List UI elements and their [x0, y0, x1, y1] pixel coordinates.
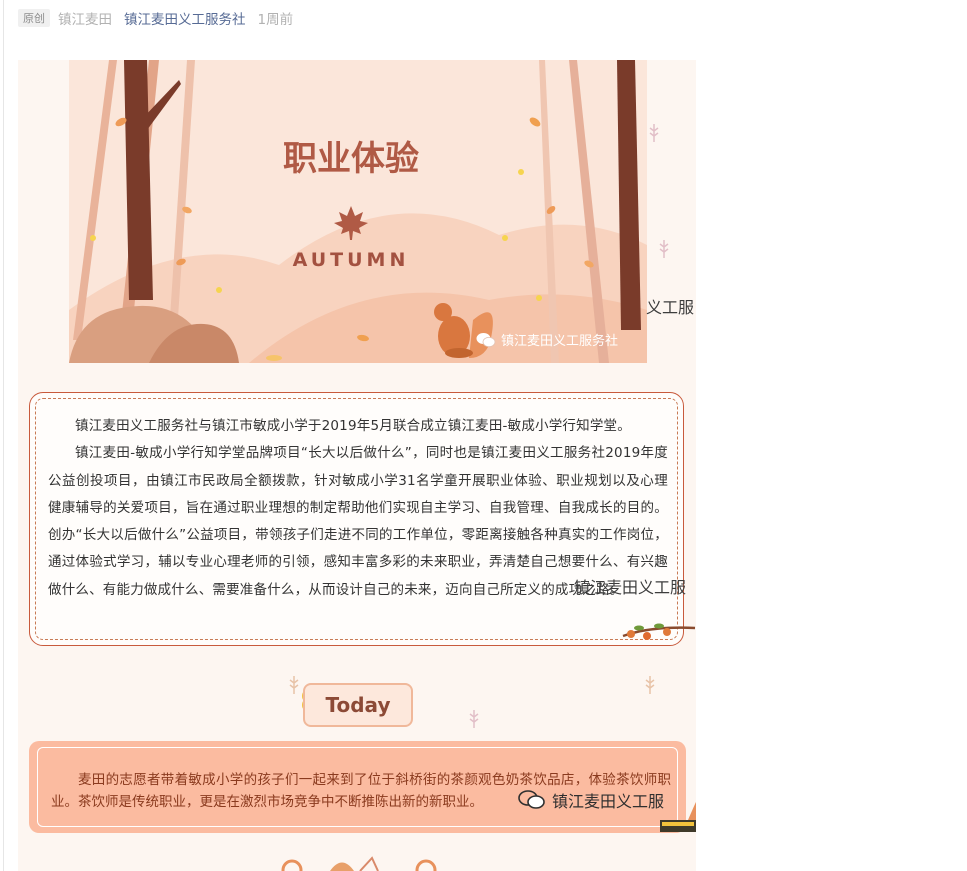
banner-title: 职业体验	[283, 139, 419, 178]
page-left-border	[3, 0, 4, 871]
article-meta: 原创 镇江麦田 镇江麦田义工服务社 1周前	[18, 8, 305, 28]
bottom-decoration	[281, 856, 437, 871]
original-badge: 原创	[18, 9, 50, 27]
banner-watermark: 镇江麦田义工服务社	[476, 330, 618, 349]
banner-season: AUTUMN	[293, 249, 410, 271]
wechat-icon	[518, 790, 545, 809]
lavender-decoration	[649, 124, 659, 142]
banner-image: 职业体验 AUTUMN	[69, 60, 647, 363]
publish-time: 1周前	[257, 12, 294, 28]
footer-watermark: 镇江麦田义工服	[518, 788, 664, 812]
banner-watermark-text: 镇江麦田义工服务社	[501, 334, 619, 349]
lavender-decoration	[659, 240, 669, 258]
lavender-decoration	[645, 676, 655, 694]
wechat-icon	[476, 332, 496, 347]
article-body: 职业体验 AUTUMN 镇江麦田义工服务社 义工服 镇江麦田义工服务社与镇江市敏…	[18, 60, 696, 871]
intro-paragraph-1: 镇江麦田义工服务社与镇江市敏成小学于2019年5月联合成立镇江麦田-敏成小学行知…	[75, 418, 631, 434]
today-heading: Today	[303, 683, 413, 727]
cut-caption-banner: 义工服	[646, 298, 695, 317]
cut-caption-paragraph: 镇江麦田义工服	[574, 578, 687, 597]
account-link[interactable]: 镇江麦田义工服务社	[124, 8, 246, 28]
today-textbox: 麦田的志愿者带着敏成小学的孩子们一起来到了位于斜桥街的茶颜观色奶茶饮品店，体验茶…	[29, 741, 686, 833]
footer-watermark-text: 镇江麦田义工服	[552, 792, 665, 811]
author-name: 镇江麦田	[58, 12, 112, 28]
lavender-decoration	[469, 710, 479, 728]
intro-textbox: 镇江麦田义工服务社与镇江市敏成小学于2019年5月联合成立镇江麦田-敏成小学行知…	[29, 392, 684, 646]
branch-icon	[622, 623, 696, 640]
